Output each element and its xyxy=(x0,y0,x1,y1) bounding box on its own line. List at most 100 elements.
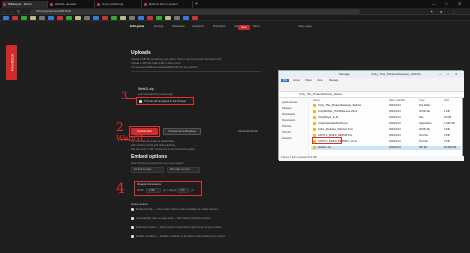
nav-item[interactable]: Documents xyxy=(282,119,295,122)
bookmark-icon[interactable] xyxy=(120,16,126,20)
uploads-desc: Upload a ZIP file containing your game. … xyxy=(131,58,222,61)
bookmark-icon[interactable] xyxy=(21,16,27,20)
nav-item[interactable]: Network xyxy=(282,137,292,140)
file-row[interactable]: UnityCrashHandler64.exe 2023/1/14 Applicat… xyxy=(311,122,461,126)
file-name: UnityCrashHandler64.exe xyxy=(318,122,348,126)
scrollbars-checkbox[interactable] xyxy=(131,235,134,238)
bookmark-icon[interactable] xyxy=(147,16,153,20)
feedback-tab[interactable]: Feedback xyxy=(6,45,17,80)
mobile-friendly-checkbox[interactable] xyxy=(131,208,134,211)
nav-item[interactable]: Pictures xyxy=(282,125,291,128)
tab-devlog[interactable]: Devlog xyxy=(154,24,163,28)
bookmark-icon[interactable] xyxy=(84,16,90,20)
bookmark-icon[interactable] xyxy=(183,16,189,20)
embed-mode-select[interactable]: Embed in page xyxy=(131,167,164,173)
bookmark-icon[interactable] xyxy=(129,16,135,20)
file-date: 2023/1/14 xyxy=(389,140,401,143)
bookmark-icon[interactable] xyxy=(75,16,81,20)
file-icon xyxy=(313,116,316,119)
bookmark-icon[interactable] xyxy=(102,16,108,20)
minimize-icon[interactable]: — xyxy=(432,0,436,8)
file-size: 24 KB xyxy=(444,116,452,119)
file-size: 3 KB xyxy=(444,128,450,131)
add-external-file-link[interactable]: Add External File xyxy=(238,130,258,133)
column-header[interactable]: Type xyxy=(419,99,425,102)
tab-analytics[interactable]: Analytics xyxy=(192,24,204,28)
view-page-link[interactable]: View page xyxy=(298,24,312,28)
bookmark-icon[interactable] xyxy=(66,16,72,20)
ribbon-tab-manage[interactable]: Manage xyxy=(329,79,338,82)
column-header[interactable]: Name xyxy=(313,99,320,102)
bookmark-icon[interactable] xyxy=(192,16,198,20)
bookmark-icon[interactable] xyxy=(93,16,99,20)
browser-tab[interactable]: Unity publishing xyxy=(96,1,142,8)
file-row[interactable]: UnityWebGL_TheWhite.exe.xhtml 2023/1/14 HT… xyxy=(311,110,461,114)
bookmark-icon[interactable] xyxy=(30,16,36,20)
extensions-icon[interactable]: ✦ xyxy=(430,8,433,15)
menu-icon[interactable]: ⋮ xyxy=(452,8,456,15)
tab-distribute[interactable]: Distribute xyxy=(213,24,226,28)
column-header[interactable]: Date modified xyxy=(389,99,405,102)
profile-icon[interactable]: ● xyxy=(440,8,442,15)
nav-item[interactable]: This PC xyxy=(282,131,291,134)
file-name: WebGL.zip xyxy=(318,146,331,150)
file-row[interactable]: WebGL.zip 2023/1/14 ZIP file 25,468 KB xyxy=(311,146,461,150)
file-size: 2 KB xyxy=(444,140,450,143)
file-type: Text file xyxy=(419,140,428,143)
tab-more[interactable]: More xyxy=(253,24,260,28)
uploads-desc: Upload a .ZIP file under 1GB. (Learn mor… xyxy=(131,62,181,65)
ribbon-tab-view[interactable]: View xyxy=(317,79,323,82)
ribbon-tab-home[interactable]: Home xyxy=(293,79,300,82)
maximize-icon[interactable]: □ xyxy=(447,71,449,78)
annotation-box-3 xyxy=(136,97,194,105)
nav-item[interactable]: Downloads xyxy=(282,113,295,116)
bookmark-icon[interactable] xyxy=(111,16,117,20)
minimize-icon[interactable]: — xyxy=(439,71,442,78)
close-icon[interactable]: ✕ xyxy=(458,0,461,8)
bookmark-icon[interactable] xyxy=(3,16,9,20)
close-icon[interactable]: ✕ xyxy=(455,71,458,78)
forward-icon[interactable]: → xyxy=(10,8,14,15)
bookmark-icon[interactable] xyxy=(39,16,45,20)
url-input[interactable]: itch.io/game/new/2937119 xyxy=(30,9,360,14)
back-icon[interactable]: ← xyxy=(3,8,7,15)
explorer-nav-pane: Quick access Desktop Downloads Documents… xyxy=(279,98,309,161)
bookmark-icon[interactable] xyxy=(165,16,171,20)
bookmark-icon[interactable] xyxy=(138,16,144,20)
browser-tab[interactable]: Wikirepos - Itch.io xyxy=(2,1,48,8)
ribbon-tab-share[interactable]: Share xyxy=(305,79,312,82)
file-type: Application xyxy=(419,122,432,125)
favicon-icon xyxy=(3,3,6,6)
ribbon-tab-file[interactable]: File xyxy=(281,79,290,82)
file-size: 1,093 KB xyxy=(444,122,455,125)
dropbox-button[interactable]: Choose from Dropbox xyxy=(163,128,201,135)
bookmark-icon[interactable] xyxy=(12,16,18,20)
bookmark-icon[interactable] xyxy=(57,16,63,20)
tab-metadata[interactable]: Metadata xyxy=(172,24,185,28)
nav-item[interactable]: Desktop xyxy=(282,107,292,110)
file-row[interactable]: index_(Release_WebGL).html 2023/1/14 HTML … xyxy=(311,128,461,132)
file-name: UnityWebGL_TheWhite.exe.xhtml xyxy=(318,110,358,114)
browser-tab[interactable]: Build at Itch.io project xyxy=(143,1,193,8)
embed-size-select[interactable]: Manually set size xyxy=(167,167,200,173)
file-row[interactable]: Unity_This_Phrase(Release)_WebGL 2023/1/1… xyxy=(311,104,461,108)
bookmark-icon[interactable] xyxy=(48,16,54,20)
save-button[interactable]: Save xyxy=(238,25,250,30)
reload-icon[interactable]: ↻ xyxy=(17,8,20,15)
file-date: 2023/1/14 xyxy=(389,128,401,131)
autostart-checkbox[interactable] xyxy=(131,217,134,220)
explorer-title-bar: Manage Unity_This_Phrase(Release)_WebGL … xyxy=(279,71,464,78)
column-header[interactable]: Size xyxy=(444,99,449,102)
annotation-number-2: 2 xyxy=(116,120,124,134)
file-type: HTML file xyxy=(419,128,431,131)
tab-edit-game[interactable]: Edit game xyxy=(130,24,144,28)
fullscreen-checkbox[interactable] xyxy=(131,226,134,229)
nav-item[interactable]: Quick access xyxy=(282,101,297,104)
file-explorer-window: Manage Unity_This_Phrase(Release)_WebGL … xyxy=(278,70,464,161)
bookmark-icon[interactable] xyxy=(174,16,180,20)
new-tab-icon[interactable]: + xyxy=(195,1,198,7)
maximize-icon[interactable]: □ xyxy=(445,0,447,8)
bookmark-icon[interactable] xyxy=(156,16,162,20)
file-row[interactable]: UnityPlayer_IL.dll 2023/1/14 DLL 24 KB xyxy=(311,116,461,120)
browser-tab[interactable]: WebGL uploads xyxy=(49,1,95,8)
